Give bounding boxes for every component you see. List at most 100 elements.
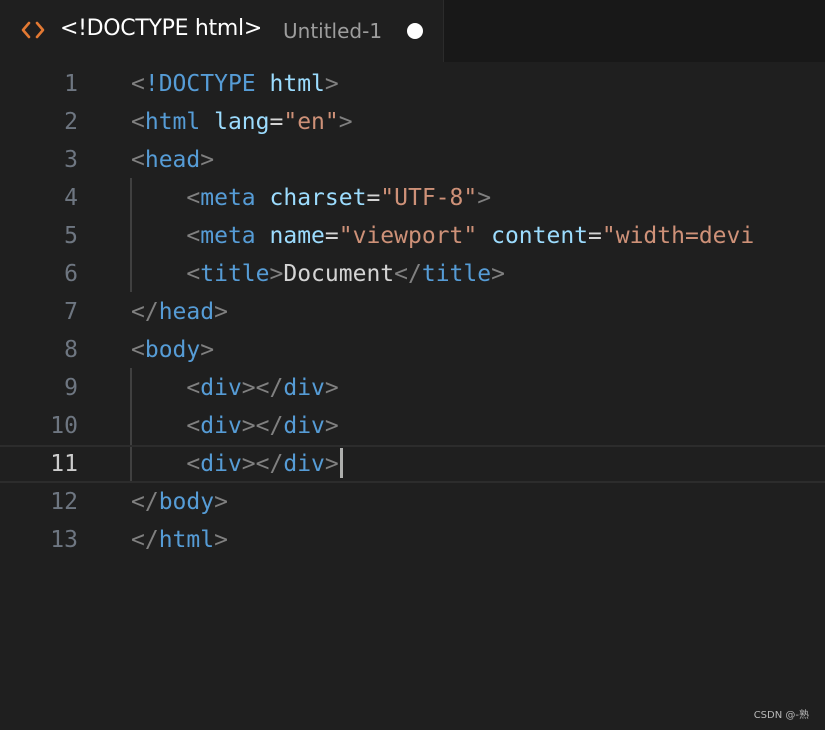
tag-token: div	[283, 451, 325, 477]
punctuation-token: </	[131, 299, 159, 325]
code-line[interactable]: 6 <title>Document</title>	[0, 255, 825, 293]
line-number: 9	[64, 375, 78, 401]
string-token: "UTF-8"	[380, 185, 478, 211]
code-line[interactable]: 4 <meta charset="UTF-8">	[0, 179, 825, 217]
punctuation-token: <	[131, 261, 201, 287]
punctuation-token: >	[214, 527, 228, 553]
punctuation-token: <	[131, 375, 201, 401]
punctuation-token	[256, 71, 270, 97]
tag-token: div	[200, 375, 242, 401]
unsaved-dot-icon[interactable]	[407, 23, 423, 39]
punctuation-token: </	[131, 489, 159, 515]
code-text[interactable]: <head>	[131, 141, 214, 179]
code-text[interactable]: <div></div>	[131, 369, 339, 407]
punctuation-token: ></	[241, 451, 284, 477]
tab-bar: <!DOCTYPE html> Untitled-1	[0, 0, 825, 62]
code-text[interactable]: <body>	[131, 331, 214, 369]
code-text[interactable]: </head>	[131, 293, 228, 331]
tag-token: body	[158, 489, 215, 515]
code-editor[interactable]: 1 <!DOCTYPE html> 2 <html lang="en"> 3 <head>…	[0, 62, 825, 730]
html-brackets-icon	[20, 17, 46, 43]
punctuation-token	[477, 223, 491, 249]
code-line[interactable]: 2 <html lang="en">	[0, 103, 825, 141]
tag-token: div	[283, 413, 325, 439]
tag-token: meta	[200, 223, 256, 249]
punctuation-token: >	[269, 261, 284, 287]
tag-token: head	[158, 299, 215, 325]
string-token: "en"	[283, 109, 339, 135]
line-number: 5	[64, 223, 78, 249]
code-line[interactable]: 8 <body>	[0, 331, 825, 369]
punctuation-token	[256, 185, 270, 211]
punctuation-token: <	[131, 451, 201, 477]
punctuation-token	[256, 223, 270, 249]
code-text[interactable]: <!DOCTYPE html>	[131, 65, 339, 103]
code-text[interactable]: </body>	[131, 483, 228, 521]
punctuation-token: <	[131, 413, 201, 439]
punctuation-token: ></	[241, 413, 284, 439]
equals-token: =	[324, 223, 339, 249]
line-number: 13	[50, 527, 78, 553]
punctuation-token: ></	[241, 375, 284, 401]
attribute-token: name	[269, 223, 325, 249]
punctuation-token: </	[131, 527, 159, 553]
line-number: 2	[64, 109, 78, 135]
code-line[interactable]: 11 <div></div>	[0, 445, 825, 483]
punctuation-token: >	[338, 109, 353, 135]
code-text[interactable]: </html>	[131, 521, 228, 559]
tag-token: div	[200, 451, 242, 477]
code-line[interactable]: 1 <!DOCTYPE html>	[0, 65, 825, 103]
tag-token: body	[144, 337, 201, 363]
punctuation-token: >	[324, 71, 339, 97]
code-text[interactable]: <div></div>	[131, 447, 343, 485]
punctuation-token: <	[131, 223, 201, 249]
punctuation-token: >	[324, 413, 339, 439]
punctuation-token: </	[394, 261, 422, 287]
code-text[interactable]: <title>Document</title>	[131, 255, 505, 293]
tag-token: html	[144, 109, 201, 135]
string-token: "viewport"	[338, 223, 478, 249]
tag-token: head	[144, 147, 201, 173]
tag-token: meta	[200, 185, 256, 211]
tag-token: html	[158, 527, 215, 553]
line-number: 11	[50, 451, 78, 477]
code-text[interactable]: <meta charset="UTF-8">	[131, 179, 491, 217]
equals-token: =	[269, 109, 284, 135]
tab-title: <!DOCTYPE html>	[60, 16, 262, 41]
tag-token: div	[200, 413, 242, 439]
tag-token: div	[283, 375, 325, 401]
line-number: 6	[64, 261, 78, 287]
code-text[interactable]: <html lang="en">	[131, 103, 353, 141]
code-line[interactable]: 10 <div></div>	[0, 407, 825, 445]
line-number: 10	[50, 413, 78, 439]
punctuation-token: >	[491, 261, 505, 287]
tag-token: !DOCTYPE	[144, 71, 256, 97]
line-number: 8	[64, 337, 78, 363]
line-number: 3	[64, 147, 78, 173]
punctuation-token: >	[200, 147, 215, 173]
equals-token: =	[366, 185, 381, 211]
attribute-token: lang	[214, 109, 270, 135]
code-line[interactable]: 13 </html>	[0, 521, 825, 559]
code-line[interactable]: 5 <meta name="viewport" content="width=d…	[0, 217, 825, 255]
tag-token: title	[421, 261, 492, 287]
code-line[interactable]: 7 </head>	[0, 293, 825, 331]
editor-tab-untitled-1[interactable]: <!DOCTYPE html> Untitled-1	[0, 0, 444, 62]
text-token: Document	[283, 261, 395, 287]
line-number: 7	[64, 299, 78, 325]
attribute-token: content	[491, 223, 589, 249]
line-number: 1	[64, 71, 78, 97]
code-line[interactable]: 9 <div></div>	[0, 369, 825, 407]
code-line[interactable]: 3 <head>	[0, 141, 825, 179]
text-cursor	[339, 448, 343, 478]
code-text[interactable]: <meta name="viewport" content="width=dev…	[131, 217, 754, 255]
attribute-token: html	[269, 71, 325, 97]
punctuation-token: <	[131, 147, 145, 173]
punctuation-token: <	[131, 337, 145, 363]
punctuation-token: >	[324, 375, 339, 401]
code-line[interactable]: 12 </body>	[0, 483, 825, 521]
line-number: 4	[64, 185, 78, 211]
punctuation-token: <	[131, 185, 201, 211]
code-text[interactable]: <div></div>	[131, 407, 339, 445]
punctuation-token: <	[131, 71, 145, 97]
